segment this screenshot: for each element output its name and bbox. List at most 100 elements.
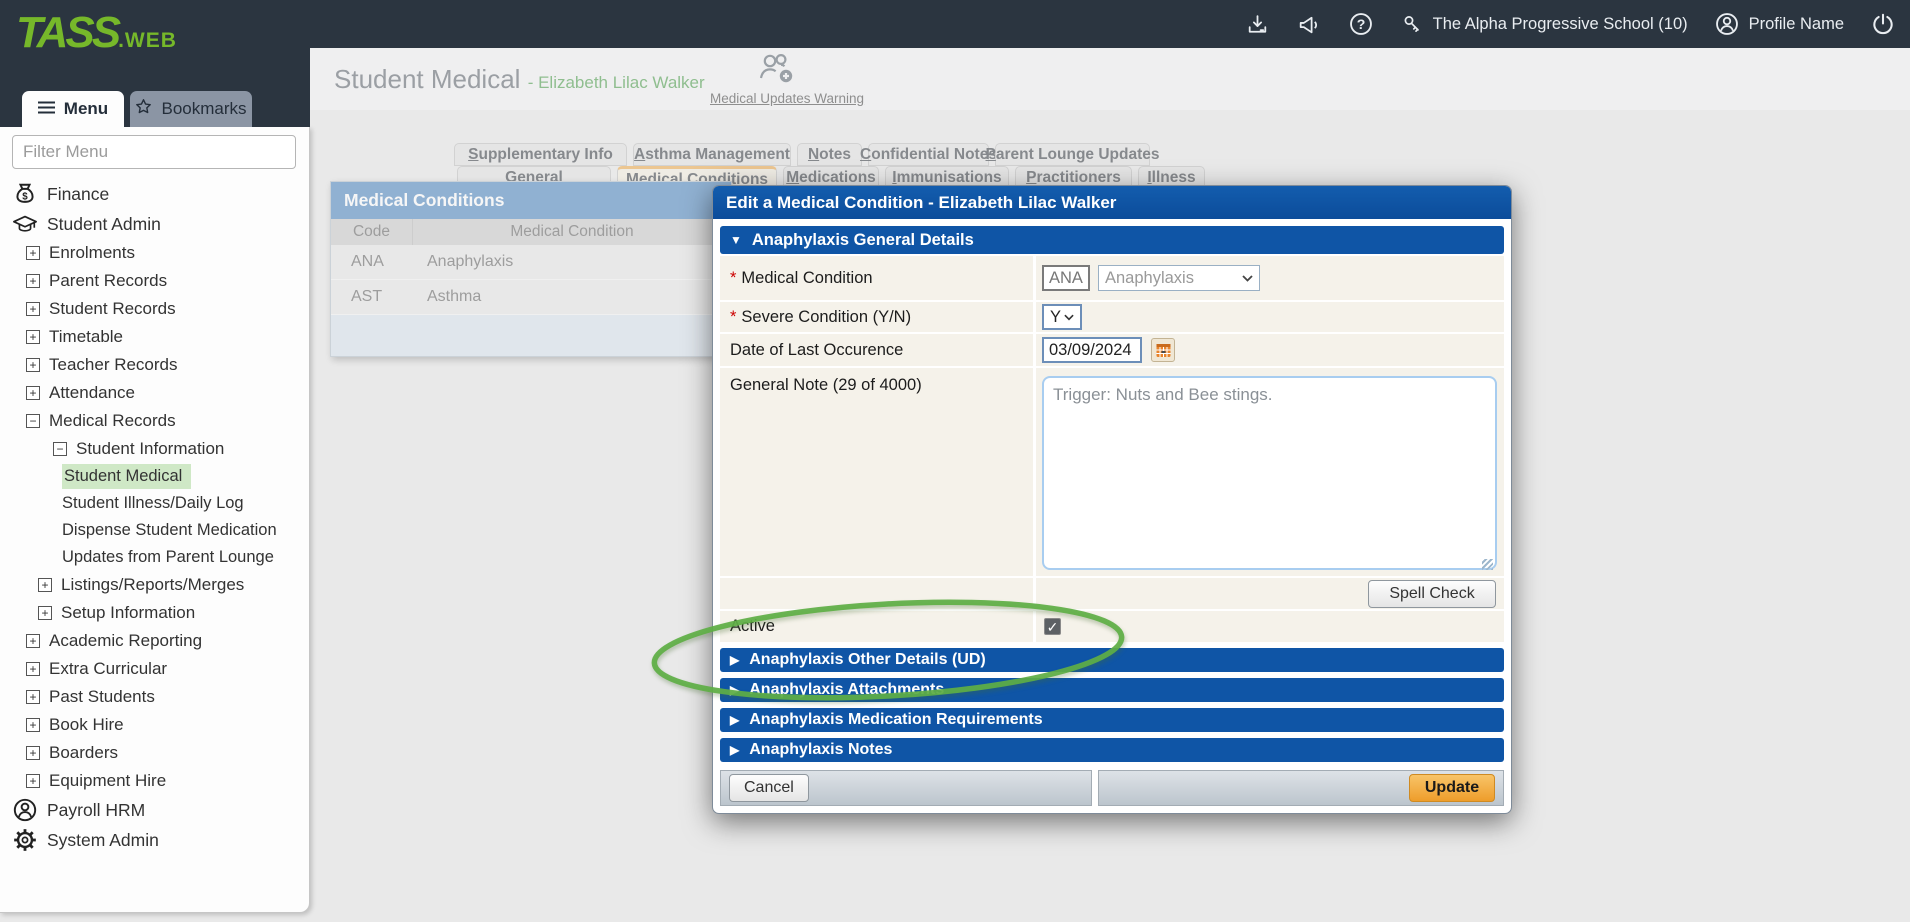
sidebar-item-finance[interactable]: $ Finance <box>0 179 310 209</box>
condition-row-ana[interactable]: ANAAnaphylaxis <box>331 245 731 280</box>
menu-tab[interactable]: Menu <box>22 91 124 127</box>
medical-condition-code-input[interactable] <box>1042 265 1090 291</box>
expand-icon[interactable]: + <box>26 662 40 676</box>
school-switcher[interactable]: The Alpha Progressive School (10) <box>1400 12 1688 37</box>
sidebar-item-label: Dispense Student Medication <box>62 521 277 540</box>
section-general-details[interactable]: ▼ Anaphylaxis General Details <box>720 226 1504 254</box>
sidebar-item-book-hire[interactable]: +Book Hire <box>0 711 310 739</box>
medical-condition-select[interactable]: Anaphylaxis <box>1098 265 1260 291</box>
chevron-down-icon <box>1064 314 1074 321</box>
tab-parent-lounge-updates[interactable]: Parent Lounge Updates <box>995 143 1150 166</box>
section-anaphylaxis-notes[interactable]: ▶Anaphylaxis Notes <box>720 738 1504 762</box>
collapsed-sections: ▶Anaphylaxis Other Details (UD) ▶Anaphyla… <box>720 648 1504 762</box>
sidebar-item-teacher-records[interactable]: + Teacher Records <box>0 351 310 379</box>
panel-rows: ANAAnaphylaxisASTAsthma <box>331 245 731 315</box>
grad-cap-icon <box>12 212 38 236</box>
spell-check-button[interactable]: Spell Check <box>1368 580 1496 608</box>
date-last-occurence-input[interactable] <box>1042 337 1142 363</box>
sidebar-item-payroll-hrm[interactable]: Payroll HRM <box>0 795 310 825</box>
sidebar-item-system-admin[interactable]: System Admin <box>0 825 310 855</box>
download-icon[interactable] <box>1245 12 1270 37</box>
sidebar-item-label: Student Information <box>76 439 224 459</box>
tab-supplementary-info[interactable]: Supplementary Info <box>454 143 627 166</box>
expand-icon[interactable]: + <box>26 718 40 732</box>
dialog-footer-left: Cancel <box>720 770 1092 806</box>
sidebar-item-label: Boarders <box>49 743 118 763</box>
sidebar-item-medical-records[interactable]: −Medical Records <box>0 407 310 435</box>
tab-notes[interactable]: Notes <box>797 143 862 166</box>
sidebar-item-label: Teacher Records <box>49 355 178 375</box>
expand-icon[interactable]: + <box>26 330 40 344</box>
condition-name: Anaphylaxis <box>413 245 731 279</box>
sidebar-item-student-medical[interactable]: Student Medical <box>0 463 310 490</box>
expand-icon[interactable]: + <box>26 774 40 788</box>
menu-tab-label: Menu <box>64 99 108 119</box>
severe-condition-label: *Severe Condition (Y/N) <box>720 302 1036 332</box>
tab-asthma-management[interactable]: Asthma Management <box>633 143 791 166</box>
sidebar-item-academic-reporting[interactable]: +Academic Reporting <box>0 627 310 655</box>
sidebar-item-student-information[interactable]: −Student Information <box>0 435 310 463</box>
sidebar-item-label: Payroll HRM <box>47 800 145 821</box>
medical-conditions-panel: Medical Conditions Code Medical Conditio… <box>330 181 732 357</box>
cancel-button[interactable]: Cancel <box>729 774 809 802</box>
collapse-icon[interactable]: − <box>26 414 40 428</box>
calendar-picker-button[interactable] <box>1151 338 1175 362</box>
section-collapsed-icon: ▶ <box>730 683 739 697</box>
section-anaphylaxis-other-details-ud-[interactable]: ▶Anaphylaxis Other Details (UD) <box>720 648 1504 672</box>
sidebar-item-setup-information[interactable]: +Setup Information <box>0 599 310 627</box>
expand-icon[interactable]: + <box>38 578 52 592</box>
sidebar-item-equipment-hire[interactable]: +Equipment Hire <box>0 767 310 795</box>
section-anaphylaxis-attachments[interactable]: ▶Anaphylaxis Attachments <box>720 678 1504 702</box>
active-checkbox[interactable]: ✓ <box>1044 618 1061 635</box>
expand-icon[interactable]: + <box>26 634 40 648</box>
sidebar-header: TASS.WEB Menu Bookmarks <box>0 0 310 127</box>
sidebar-item-label: Updates from Parent Lounge <box>62 548 274 567</box>
sidebar-item-past-students[interactable]: + Past Students <box>0 683 310 711</box>
general-note-textarea[interactable] <box>1042 376 1497 570</box>
profile-menu[interactable]: Profile Name <box>1714 11 1844 37</box>
bookmarks-tab[interactable]: Bookmarks <box>130 91 252 127</box>
date-last-occurence-label: Date of Last Occurence <box>720 334 1036 366</box>
tass-logo[interactable]: TASS.WEB <box>16 8 177 58</box>
sidebar-item-parent-records[interactable]: +Parent Records <box>0 267 310 295</box>
expand-icon[interactable]: + <box>26 386 40 400</box>
expand-icon[interactable]: + <box>26 246 40 260</box>
logout-icon[interactable] <box>1870 11 1896 37</box>
expand-icon[interactable]: + <box>26 274 40 288</box>
sidebar-item-enrolments[interactable]: +Enrolments <box>0 239 310 267</box>
collapse-icon[interactable]: − <box>53 442 67 456</box>
sidebar-item-timetable[interactable]: +Timetable <box>0 323 310 351</box>
sidebar-item-student-admin[interactable]: Student Admin <box>0 209 310 239</box>
expand-icon[interactable]: + <box>38 606 52 620</box>
tab-confidential-notes[interactable]: Confidential Notes <box>868 143 989 166</box>
severe-condition-select[interactable]: Y <box>1042 304 1082 330</box>
sidebar-item-label: Student Admin <box>47 214 161 235</box>
sidebar-item-dispense-student-medication[interactable]: Dispense Student Medication <box>0 517 310 544</box>
money-bag-icon: $ <box>12 181 38 208</box>
svg-text:?: ? <box>1356 16 1365 32</box>
sidebar-item-student-illness-daily-log[interactable]: Student Illness/Daily Log <box>0 490 310 517</box>
filter-menu-input[interactable] <box>12 135 296 169</box>
textarea-resize-grip[interactable] <box>1482 559 1493 570</box>
sidebar-item-listings-reports-merges[interactable]: +Listings/Reports/Merges <box>0 571 310 599</box>
expand-icon[interactable]: + <box>26 302 40 316</box>
sidebar-item-boarders[interactable]: + Boarders <box>0 739 310 767</box>
school-name: The Alpha Progressive School (10) <box>1433 15 1688 34</box>
sidebar-item-updates-from-parent-lounge[interactable]: Updates from Parent Lounge <box>0 544 310 571</box>
sidebar-item-student-records[interactable]: + Student Records <box>0 295 310 323</box>
help-icon[interactable]: ? <box>1348 11 1374 37</box>
update-button[interactable]: Update <box>1409 774 1495 802</box>
hamburger-icon <box>38 99 55 119</box>
section-anaphylaxis-medication-requirements[interactable]: ▶Anaphylaxis Medication Requirements <box>720 708 1504 732</box>
sidebar-item-label: Finance <box>47 184 109 205</box>
sidebar-item-attendance[interactable]: +Attendance <box>0 379 310 407</box>
expand-icon[interactable]: + <box>26 746 40 760</box>
announcements-icon[interactable] <box>1296 12 1322 37</box>
expand-icon[interactable]: + <box>26 690 40 704</box>
tab-row-1: Supplementary Info Asthma Management Notes… <box>454 143 1150 166</box>
sidebar-item-label: Student Records <box>49 299 176 319</box>
sidebar-item-extra-curricular[interactable]: +Extra Curricular <box>0 655 310 683</box>
sidebar-item-label: Past Students <box>49 687 155 707</box>
expand-icon[interactable]: + <box>26 358 40 372</box>
condition-row-ast[interactable]: ASTAsthma <box>331 280 731 315</box>
